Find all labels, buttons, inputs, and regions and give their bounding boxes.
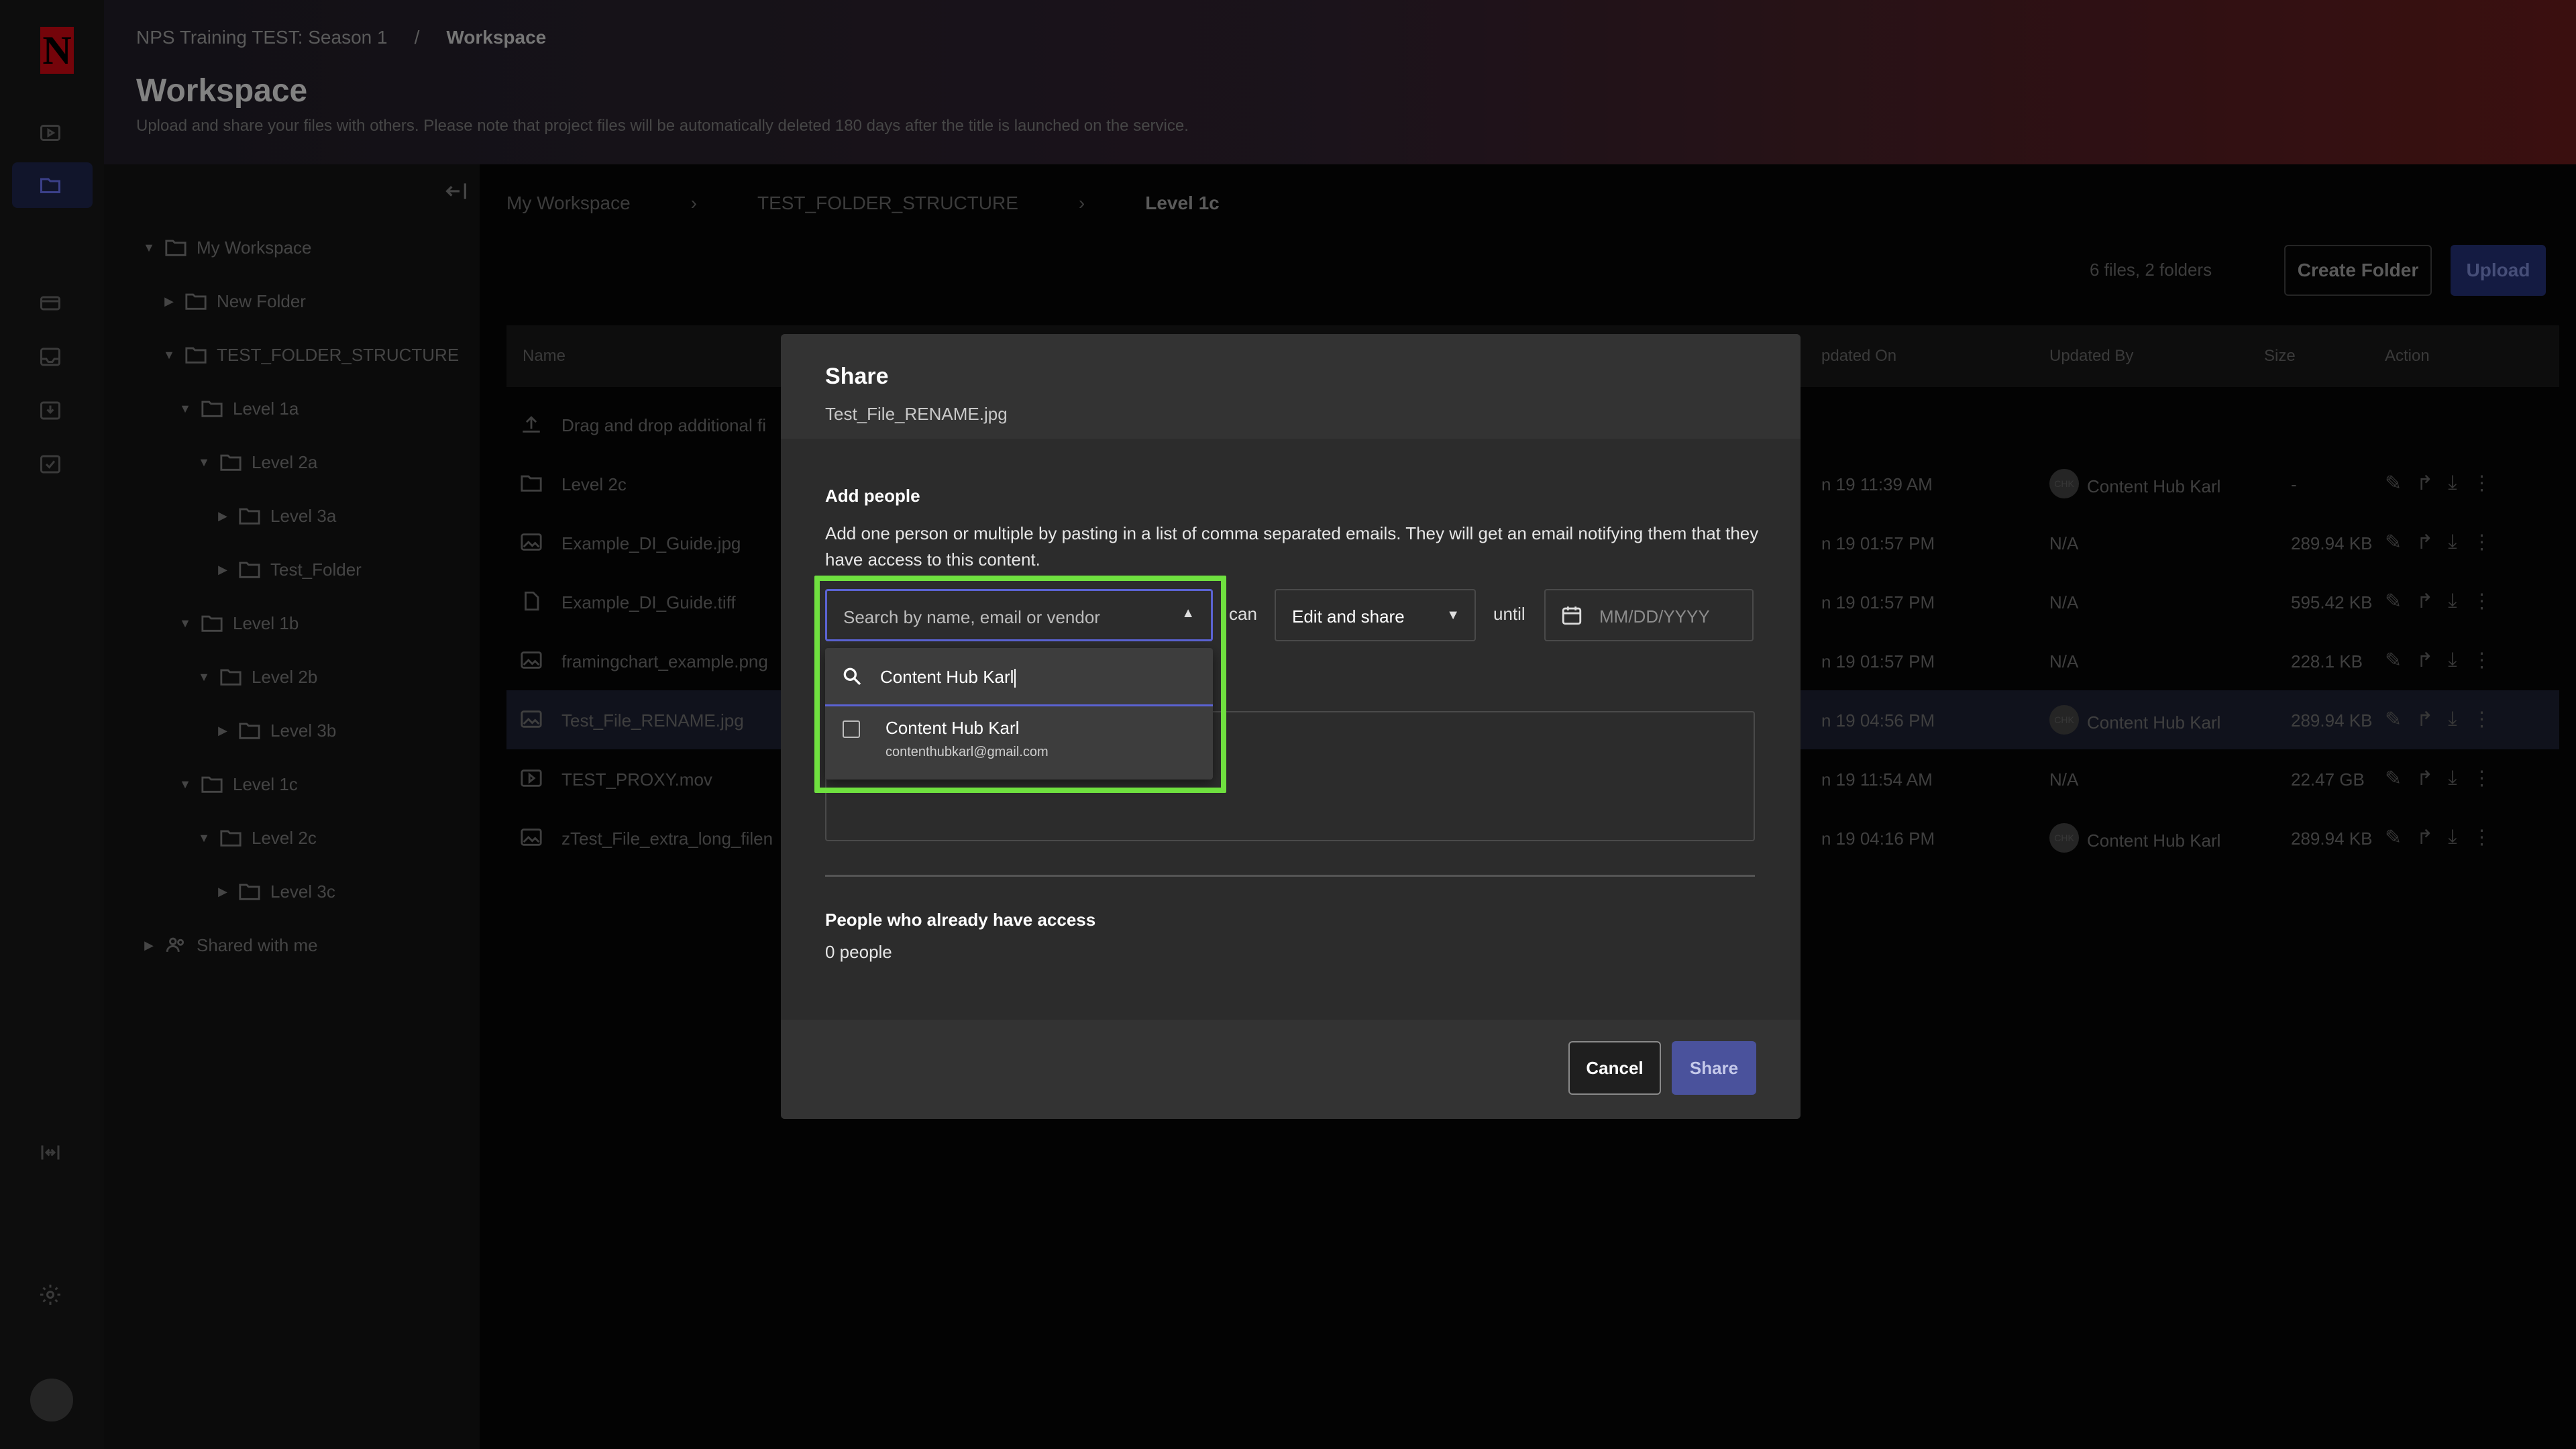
add-people-heading: Add people xyxy=(825,486,920,506)
cancel-button[interactable]: Cancel xyxy=(1568,1041,1661,1095)
calendar-icon[interactable] xyxy=(1560,604,1583,627)
dialog-title: Share xyxy=(825,364,889,389)
can-label: can xyxy=(1229,604,1257,624)
people-with-access-count: 0 people xyxy=(825,942,892,962)
expiry-date-input[interactable]: MM/DD/YYYY xyxy=(1544,589,1754,641)
highlight-box xyxy=(814,576,1226,793)
permission-select[interactable]: Edit and share ▼ xyxy=(1275,589,1476,641)
app-root: N NPS Training TEST: Season 1 / Workspac… xyxy=(0,0,2576,1449)
dialog-file-name: Test_File_RENAME.jpg xyxy=(825,404,1008,424)
date-placeholder: MM/DD/YYYY xyxy=(1599,606,1710,627)
people-with-access-heading: People who already have access xyxy=(825,910,1096,930)
add-people-description: Add one person or multiple by pasting in… xyxy=(825,523,1759,570)
until-label: until xyxy=(1493,604,1525,624)
divider xyxy=(825,875,1755,877)
caret-down-icon: ▼ xyxy=(1446,608,1460,623)
share-button[interactable]: Share xyxy=(1672,1041,1756,1095)
permission-value: Edit and share xyxy=(1292,606,1405,627)
